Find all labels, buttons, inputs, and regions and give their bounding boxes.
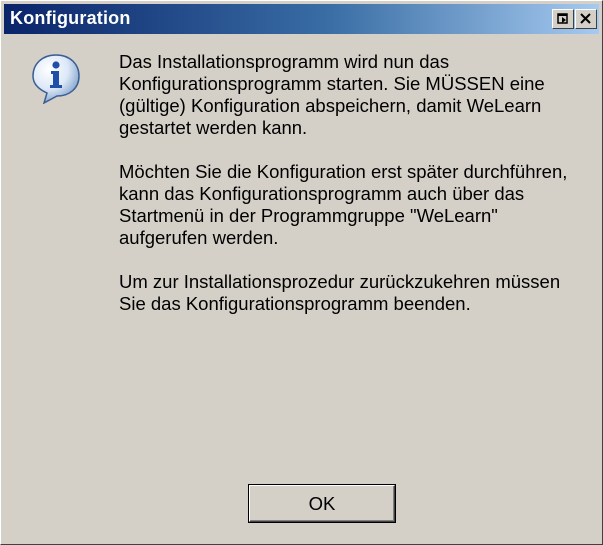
ok-button-label: OK bbox=[308, 493, 336, 514]
message-paragraph-3: Um zur Installationsprozedur zurückzukeh… bbox=[119, 271, 561, 314]
message-paragraph-1: Das Installationsprogramm wird nun das K… bbox=[119, 51, 545, 138]
help-button[interactable] bbox=[552, 9, 574, 29]
ok-button[interactable]: OK bbox=[248, 484, 396, 523]
title-bar[interactable]: Konfiguration bbox=[4, 4, 599, 34]
info-icon bbox=[32, 54, 80, 104]
dialog-window: Konfiguration Das Installationsprogramm … bbox=[0, 0, 603, 545]
close-button[interactable] bbox=[575, 9, 597, 29]
help-restore-icon bbox=[557, 13, 568, 24]
message-paragraph-2: Möchten Sie die Konfiguration erst späte… bbox=[119, 161, 568, 248]
window-title: Konfiguration bbox=[10, 8, 131, 28]
close-icon bbox=[580, 13, 591, 24]
dialog-message: Das Installationsprogramm wird nun das K… bbox=[119, 51, 581, 337]
